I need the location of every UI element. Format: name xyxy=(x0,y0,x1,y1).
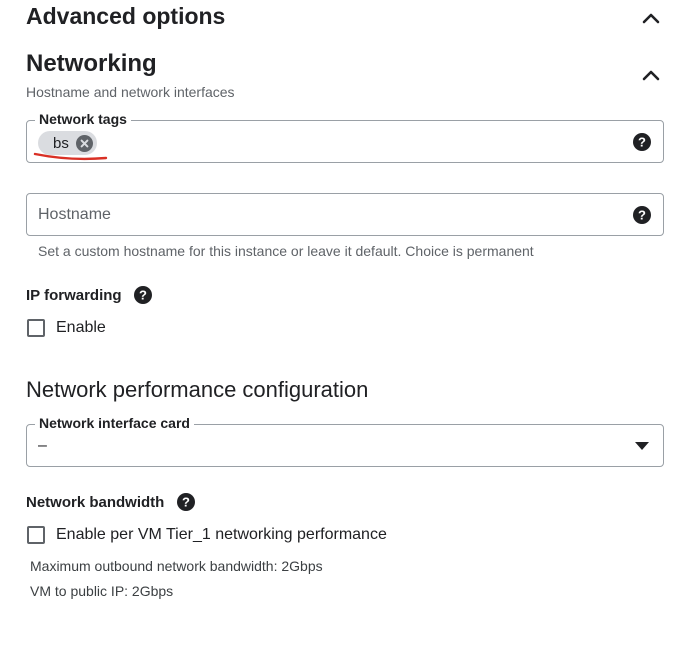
network-bandwidth-label: Network bandwidth xyxy=(26,494,165,511)
nic-select[interactable]: Network interface card – xyxy=(26,415,664,467)
chevron-up-icon[interactable] xyxy=(641,68,661,82)
help-icon[interactable]: ? xyxy=(633,206,651,224)
svg-text:?: ? xyxy=(638,208,646,223)
ip-forwarding-checkbox-label[interactable]: Enable xyxy=(56,319,106,337)
svg-text:?: ? xyxy=(638,135,646,150)
chevron-up-icon[interactable] xyxy=(641,11,661,25)
nic-value: – xyxy=(38,437,47,454)
nic-label: Network interface card xyxy=(35,415,194,431)
ip-forwarding-label: IP forwarding xyxy=(26,287,122,304)
network-tags-label: Network tags xyxy=(35,111,131,127)
tier1-networking-checkbox[interactable] xyxy=(27,526,45,544)
vm-to-public-bandwidth: VM to public IP: 2Gbps xyxy=(30,583,174,599)
networking-title: Networking xyxy=(26,50,157,77)
tag-chip-label: bs xyxy=(53,134,69,152)
hostname-placeholder: Hostname xyxy=(38,206,111,223)
network-tags-field[interactable]: Network tags bs ? xyxy=(26,111,664,163)
networking-subtitle: Hostname and network interfaces xyxy=(26,84,235,100)
tier1-networking-checkbox-label[interactable]: Enable per VM Tier_1 networking performa… xyxy=(56,526,387,544)
svg-text:?: ? xyxy=(182,495,190,510)
svg-text:?: ? xyxy=(139,288,147,303)
annotation-underline xyxy=(33,152,108,161)
max-outbound-bandwidth: Maximum outbound network bandwidth: 2Gbp… xyxy=(30,558,323,574)
remove-chip-icon[interactable] xyxy=(75,134,93,152)
ip-forwarding-checkbox[interactable] xyxy=(27,319,45,337)
hostname-hint: Set a custom hostname for this instance … xyxy=(38,243,534,259)
hostname-field[interactable]: Hostname ? xyxy=(26,193,664,236)
dropdown-arrow-icon[interactable] xyxy=(634,441,650,451)
advanced-options-title: Advanced options xyxy=(26,3,226,29)
help-icon[interactable]: ? xyxy=(177,493,195,511)
help-icon[interactable]: ? xyxy=(633,133,651,151)
help-icon[interactable]: ? xyxy=(134,286,152,304)
performance-title: Network performance configuration xyxy=(26,377,369,402)
